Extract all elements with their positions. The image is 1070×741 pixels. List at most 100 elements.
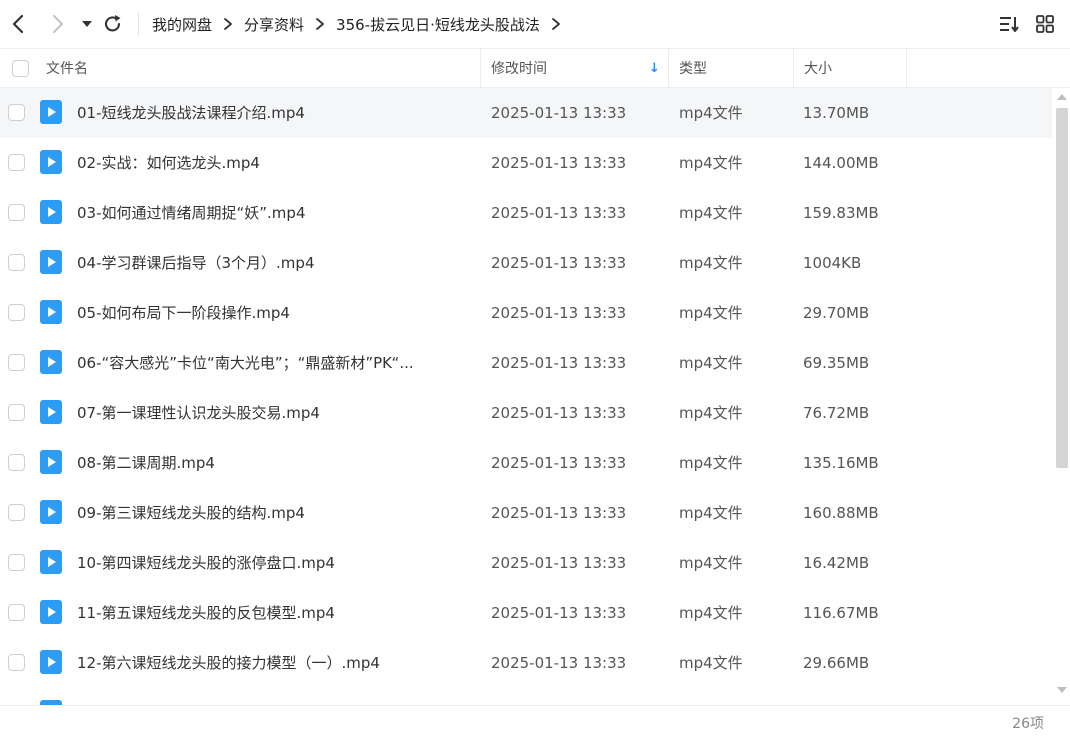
file-name[interactable]: 12-第六课短线龙头股的接力模型（一）.mp4 (77, 638, 472, 688)
file-name[interactable]: 04-学习群课后指导（3个月）.mp4 (77, 238, 472, 288)
file-size: 13.70MB (803, 104, 870, 122)
file-size: 159.83MB (803, 204, 879, 222)
file-modified: 2025-01-13 13:33 (491, 204, 627, 222)
column-divider[interactable] (480, 49, 481, 87)
file-name[interactable]: 06-“容大感光”卡位“南大光电”；“鼎盛新材”PK“... (77, 338, 472, 388)
row-checkbox[interactable] (8, 354, 25, 371)
file-modified: 2025-01-13 13:33 (491, 504, 627, 522)
file-row[interactable]: 12-第六课短线龙头股的接力模型（一）.mp4 2025-01-13 13:33 m… (0, 638, 1052, 688)
vertical-scrollbar[interactable] (1054, 88, 1070, 705)
file-type: mp4文件 (679, 354, 743, 372)
select-all-cell (12, 49, 29, 87)
file-size: 144.00MB (803, 154, 879, 172)
file-modified: 2025-01-13 13:33 (491, 304, 627, 322)
file-modified: 2025-01-13 13:33 (491, 354, 627, 372)
file-row[interactable]: 05-如何布局下一阶段操作.mp4 2025-01-13 13:33 mp4文件 29… (0, 288, 1052, 338)
history-dropdown-button[interactable] (80, 16, 94, 32)
file-row[interactable]: 10-第四课短线龙头股的涨停盘口.mp4 2025-01-13 13:33 mp4文… (0, 538, 1052, 588)
file-row[interactable]: 02-实战：如何选龙头.mp4 2025-01-13 13:33 mp4文件 144.… (0, 138, 1052, 188)
file-row[interactable]: 08-第二课周期.mp4 2025-01-13 13:33 mp4文件 135.16M… (0, 438, 1052, 488)
file-row[interactable]: 03-如何通过情绪周期捉“妖”.mp4 2025-01-13 13:33 mp4文件… (0, 188, 1052, 238)
row-checkbox[interactable] (8, 654, 25, 671)
column-modified[interactable]: 修改时间 ↓ (491, 49, 667, 87)
file-modified: 2025-01-13 13:33 (491, 104, 627, 122)
column-divider[interactable] (906, 49, 907, 87)
row-checkbox[interactable] (8, 404, 25, 421)
file-name[interactable]: 09-第三课短线龙头股的结构.mp4 (77, 488, 472, 538)
scrollbar-thumb[interactable] (1056, 108, 1068, 468)
file-modified: 2025-01-13 13:33 (491, 404, 627, 422)
breadcrumb-item-root[interactable]: 我的网盘 (152, 14, 212, 35)
breadcrumb-chevron-icon[interactable] (551, 17, 561, 31)
file-row[interactable]: 09-第三课短线龙头股的结构.mp4 2025-01-13 13:33 mp4文件 1… (0, 488, 1052, 538)
file-type: mp4文件 (679, 604, 743, 622)
row-checkbox[interactable] (8, 204, 25, 221)
file-size: 1004KB (803, 254, 862, 272)
file-size: 29.70MB (803, 304, 870, 322)
file-name[interactable]: 02-实战：如何选龙头.mp4 (77, 138, 472, 188)
grid-view-button[interactable] (1036, 15, 1054, 33)
row-checkbox[interactable] (8, 304, 25, 321)
breadcrumb: 我的网盘 分享资料 356-拔云见日·短线龙头股战法 (152, 0, 572, 48)
breadcrumb-item-shared[interactable]: 分享资料 (244, 14, 304, 35)
back-button[interactable] (8, 12, 30, 36)
column-divider[interactable] (793, 49, 794, 87)
file-modified: 2025-01-13 13:33 (491, 554, 627, 572)
row-checkbox[interactable] (8, 604, 25, 621)
row-checkbox[interactable] (8, 554, 25, 571)
chevron-left-icon (12, 14, 24, 34)
sort-descending-icon: ↓ (649, 60, 660, 76)
file-row[interactable]: 11-第五课短线龙头股的反包模型.mp4 2025-01-13 13:33 mp4文… (0, 588, 1052, 638)
refresh-icon (104, 15, 121, 32)
file-size: 135.16MB (803, 454, 879, 472)
file-name[interactable]: 11-第五课短线龙头股的反包模型.mp4 (77, 588, 472, 638)
file-name[interactable]: 10-第四课短线龙头股的涨停盘口.mp4 (77, 538, 472, 588)
refresh-button[interactable] (102, 12, 124, 36)
file-name[interactable]: 01-短线龙头股战法课程介绍.mp4 (77, 88, 472, 138)
file-type: mp4文件 (679, 404, 743, 422)
video-file-icon (40, 450, 62, 474)
file-row[interactable]: 01-短线龙头股战法课程介绍.mp4 2025-01-13 13:33 mp4文件 1… (0, 88, 1052, 138)
file-row[interactable]: 04-学习群课后指导（3个月）.mp4 2025-01-13 13:33 mp4文件… (0, 238, 1052, 288)
sort-button[interactable] (998, 14, 1020, 34)
file-name[interactable]: 08-第二课周期.mp4 (77, 438, 472, 488)
breadcrumb-chevron-icon (223, 17, 233, 31)
file-type: mp4文件 (679, 204, 743, 222)
file-name[interactable]: 03-如何通过情绪周期捉“妖”.mp4 (77, 188, 472, 238)
video-file-icon (40, 350, 62, 374)
file-type: mp4文件 (679, 304, 743, 322)
select-all-checkbox[interactable] (12, 59, 29, 77)
video-file-icon (40, 100, 62, 124)
file-size: 69.35MB (803, 354, 870, 372)
video-file-icon (40, 150, 62, 174)
scroll-up-icon[interactable] (1056, 92, 1068, 102)
file-row[interactable]: 07-第一课理性认识龙头股交易.mp4 2025-01-13 13:33 mp4文件… (0, 388, 1052, 438)
caret-down-icon (82, 21, 92, 27)
row-checkbox[interactable] (8, 454, 25, 471)
breadcrumb-chevron-icon (315, 17, 325, 31)
file-size: 116.67MB (803, 604, 879, 622)
file-name[interactable]: 07-第一课理性认识龙头股交易.mp4 (77, 388, 472, 438)
row-checkbox[interactable] (8, 154, 25, 171)
row-checkbox[interactable] (8, 504, 25, 521)
item-count: 26项 (1012, 716, 1044, 732)
column-type[interactable]: 类型 (679, 49, 707, 87)
file-type: mp4文件 (679, 654, 743, 672)
row-checkbox[interactable] (8, 104, 25, 121)
file-row-partial[interactable] (0, 688, 1052, 705)
file-row[interactable]: 06-“容大感光”卡位“南大光电”；“鼎盛新材”PK“... 2025-01-13… (0, 338, 1052, 388)
file-modified: 2025-01-13 13:33 (491, 604, 627, 622)
row-checkbox[interactable] (8, 254, 25, 271)
forward-button[interactable] (46, 12, 68, 36)
column-modified-label: 修改时间 (491, 61, 547, 77)
breadcrumb-item-current[interactable]: 356-拔云见日·短线龙头股战法 (336, 14, 540, 35)
column-name[interactable]: 文件名 (46, 49, 88, 87)
video-file-icon (40, 250, 62, 274)
file-modified: 2025-01-13 13:33 (491, 654, 627, 672)
column-divider[interactable] (668, 49, 669, 87)
file-name[interactable]: 05-如何布局下一阶段操作.mp4 (77, 288, 472, 338)
scroll-down-icon[interactable] (1056, 685, 1068, 695)
column-size[interactable]: 大小 (804, 49, 832, 87)
video-file-icon (40, 550, 62, 574)
chevron-right-icon (52, 14, 64, 34)
